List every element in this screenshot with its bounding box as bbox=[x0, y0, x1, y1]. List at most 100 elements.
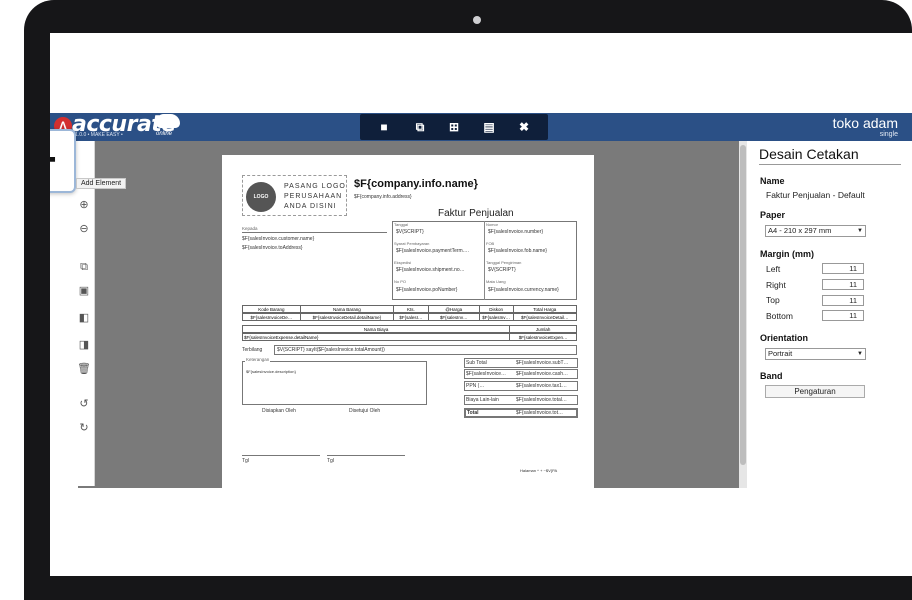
tanggal-value[interactable]: $V{SCRIPT} bbox=[396, 229, 424, 235]
cell-kts[interactable]: $F{salesI… bbox=[394, 314, 429, 320]
bring-front-icon[interactable]: ◧ bbox=[77, 311, 91, 325]
cell-total-harga[interactable]: $F{salesInvoiceDetail… bbox=[514, 314, 577, 320]
col-total-harga[interactable]: Total Harga bbox=[514, 306, 577, 312]
app-logo-online: online bbox=[156, 131, 173, 137]
cloud-logo-icon bbox=[156, 114, 180, 128]
mata-uang-label[interactable]: Mata Uang bbox=[486, 279, 506, 284]
add-element-button[interactable]: + bbox=[50, 129, 76, 193]
fob-label[interactable]: FOB bbox=[486, 241, 494, 246]
mata-uang-value[interactable]: $F{salesInvoice.currency.name} bbox=[488, 287, 559, 293]
biaya-lain-value[interactable]: $F{salesInvoice.total… bbox=[516, 397, 567, 403]
add-icon[interactable]: ⊞ bbox=[445, 118, 463, 136]
user-name[interactable]: toko adam bbox=[833, 115, 898, 131]
syarat-value[interactable]: $F{salesInvoice.paymentTerm.… bbox=[396, 248, 469, 254]
to-address[interactable]: $F{salesInvoice.toAddress} bbox=[242, 245, 303, 251]
signature-line-2 bbox=[327, 455, 405, 456]
paper-label: Paper bbox=[760, 210, 786, 220]
terbilang-label[interactable]: Terbilang bbox=[242, 347, 262, 353]
margin-left-input[interactable]: 11 bbox=[822, 263, 864, 274]
cell-nama-barang[interactable]: $F{salesInvoiceDetail.detailName} bbox=[301, 314, 395, 320]
undo-icon[interactable]: ↺ bbox=[77, 397, 91, 411]
export-icon[interactable]: ⧉ bbox=[411, 118, 429, 136]
total-value[interactable]: $F{salesInvoice.tot… bbox=[516, 410, 563, 416]
col-kts[interactable]: Kts. bbox=[394, 306, 429, 312]
terbilang-value[interactable]: $V{SCRIPT} sayIt($F{salesInvoice.totalAm… bbox=[277, 347, 385, 353]
biaya-lain-label[interactable]: Biaya Lain-lain bbox=[466, 397, 499, 403]
page-footer[interactable]: Halaman ^ + ~$V{PA bbox=[520, 468, 557, 473]
logo-badge: LOGO bbox=[246, 182, 276, 212]
pengaturan-button[interactable]: Pengaturan bbox=[765, 385, 865, 398]
cell-nama-biaya[interactable]: $F{salesInvoiceExpense.detailName} bbox=[243, 334, 511, 340]
diskon-value[interactable]: $F{salesInvoice.cash… bbox=[516, 371, 568, 377]
nomor-label[interactable]: Nomor bbox=[486, 222, 498, 227]
ekspedisi-value[interactable]: $F{salesInvoice.shipment.no… bbox=[396, 267, 465, 273]
margin-top-input[interactable]: 11 bbox=[822, 295, 864, 306]
panel-title-divider bbox=[759, 164, 901, 165]
company-name[interactable]: $F{company.info.name} bbox=[354, 178, 478, 190]
margin-left-label: Left bbox=[766, 264, 781, 274]
paper-select[interactable]: A4 - 210 x 297 mm ▼ bbox=[765, 225, 866, 237]
po-label[interactable]: No PO bbox=[394, 279, 406, 284]
keterangan-label[interactable]: Keterangan bbox=[245, 357, 271, 362]
app-logo-tagline: • 1.0.0 • MAKE EASY • bbox=[72, 132, 123, 138]
disiapkan-label[interactable]: Disiapkan Oleh bbox=[262, 408, 296, 414]
cell-kode-barang[interactable]: $F{salesInvoiceDe… bbox=[243, 314, 301, 320]
total-label[interactable]: Total bbox=[467, 410, 479, 416]
tgl-kirim-label[interactable]: Tanggal Pengiriman bbox=[486, 260, 521, 265]
col-nama-biaya[interactable]: Nama Biaya bbox=[243, 326, 511, 332]
tgl-label-2[interactable]: Tgl bbox=[327, 458, 334, 464]
chevron-down-icon: ▼ bbox=[857, 228, 863, 234]
close-icon[interactable]: ✖ bbox=[515, 118, 533, 136]
save-icon[interactable]: ■ bbox=[375, 118, 393, 136]
diskon-label[interactable]: $F{salesInvoice… bbox=[466, 371, 506, 377]
margin-bottom-label: Bottom bbox=[766, 311, 793, 321]
tgl-label-1[interactable]: Tgl bbox=[242, 458, 249, 464]
cell-jumlah[interactable]: $F{salesInvoiceExpen… bbox=[510, 334, 576, 340]
redo-icon[interactable]: ↻ bbox=[77, 421, 91, 435]
kepada-divider bbox=[242, 232, 387, 233]
copy-icon[interactable]: ⧉ bbox=[77, 260, 91, 274]
preview-icon[interactable]: ▤ bbox=[480, 118, 498, 136]
fob-value[interactable]: $F{salesInvoice.fob.name} bbox=[488, 248, 547, 254]
margin-label: Margin (mm) bbox=[760, 249, 814, 259]
company-address[interactable]: $F{company.info.address} bbox=[354, 194, 412, 200]
ekspedisi-label[interactable]: Ekspedisi bbox=[394, 260, 411, 265]
paste-icon[interactable]: ▣ bbox=[77, 284, 91, 298]
print-page: LOGO PASANG LOGO PERUSAHAAN ANDA DISINI … bbox=[222, 155, 594, 488]
disetujui-label[interactable]: Disetujui Oleh bbox=[349, 408, 380, 414]
ppn-value[interactable]: $F{salesInvoice.tax1… bbox=[516, 383, 567, 389]
chevron-down-icon: ▼ bbox=[857, 351, 863, 357]
syarat-label[interactable]: Syarat Pembayaran bbox=[394, 241, 429, 246]
nomor-value[interactable]: $F{salesInvoice.number} bbox=[488, 229, 543, 235]
cell-harga[interactable]: $F{salesInv… bbox=[429, 314, 480, 320]
delete-icon[interactable]: 🗑 bbox=[77, 362, 91, 376]
screen: Λ accurate online • 1.0.0 • MAKE EASY • … bbox=[50, 33, 912, 576]
subtotal-label[interactable]: Sub Total bbox=[466, 360, 487, 366]
tanggal-label[interactable]: Tanggal bbox=[394, 222, 408, 227]
ppn-label[interactable]: PPN (… bbox=[466, 383, 484, 389]
col-nama-barang[interactable]: Nama Barang bbox=[301, 306, 395, 312]
cell-diskon[interactable]: $F{salesInv… bbox=[480, 314, 514, 320]
keterangan-box[interactable] bbox=[242, 361, 427, 405]
col-jumlah[interactable]: Jumlah bbox=[510, 326, 576, 332]
margin-top-label: Top bbox=[766, 295, 780, 305]
invoice-title[interactable]: Faktur Penjualan bbox=[438, 208, 514, 219]
zoom-out-icon[interactable]: ⊖ bbox=[77, 222, 91, 236]
customer-name[interactable]: $F{salesInvoice.customer.name} bbox=[242, 236, 314, 242]
col-kode-barang[interactable]: Kode Barang bbox=[243, 306, 301, 312]
zoom-in-icon[interactable]: ⊕ bbox=[77, 198, 91, 212]
po-value[interactable]: $F{salesInvoice.poNumber} bbox=[396, 287, 457, 293]
name-value: Faktur Penjualan - Default bbox=[766, 190, 865, 200]
margin-right-input[interactable]: 11 bbox=[822, 279, 864, 290]
tgl-kirim-value[interactable]: $V{SCRIPT} bbox=[488, 267, 516, 273]
keterangan-value[interactable]: $F{salesInvoice.description} bbox=[246, 369, 296, 374]
col-diskon[interactable]: Diskon bbox=[480, 306, 514, 312]
kepada-label[interactable]: Kepada bbox=[242, 226, 258, 231]
send-back-icon[interactable]: ◨ bbox=[77, 338, 91, 352]
margin-bottom-input[interactable]: 11 bbox=[822, 310, 864, 321]
col-harga[interactable]: @Harga bbox=[429, 306, 480, 312]
canvas-scroll-thumb[interactable] bbox=[740, 145, 746, 465]
subtotal-value[interactable]: $F{salesInvoice.subT… bbox=[516, 360, 569, 366]
orientation-select[interactable]: Portrait ▼ bbox=[765, 348, 866, 360]
design-toolbar: ■ ⧉ ⊞ ▤ ✖ bbox=[360, 114, 548, 140]
